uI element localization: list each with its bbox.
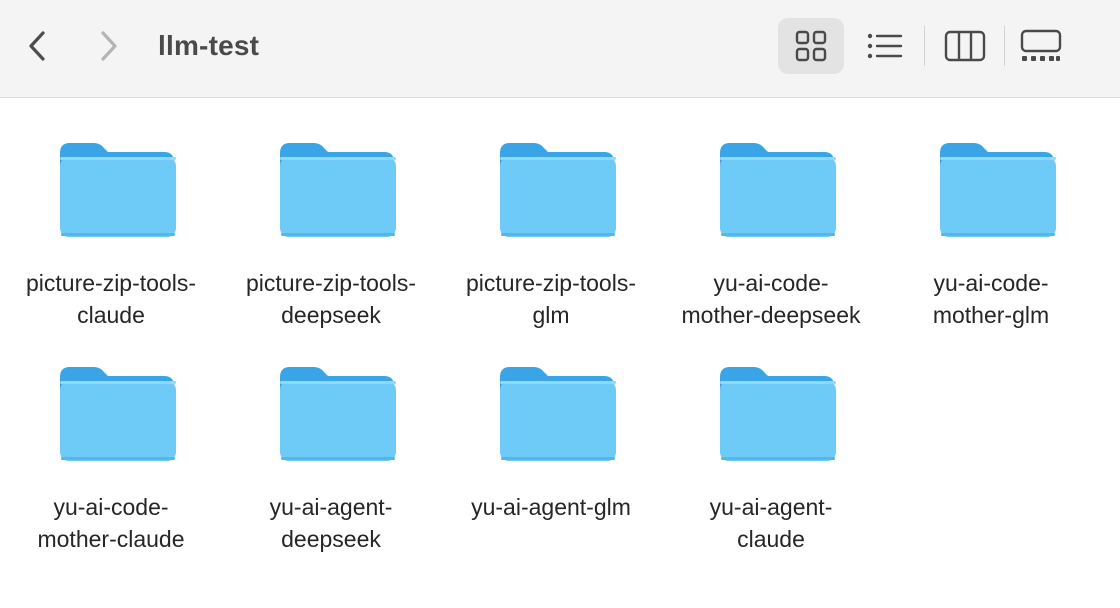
list-view-button[interactable] (852, 18, 918, 74)
folder-name: yu-ai-code-mother-deepseek (681, 270, 861, 328)
folder-item[interactable]: picture-zip-tools-deepseek (226, 99, 436, 328)
finder-window: llm-test picture-zip-tools- claude pictu… (0, 0, 1120, 608)
list-icon (867, 33, 903, 59)
folder-icon (60, 367, 176, 461)
folder-item[interactable]: picture-zip-tools-glm (446, 99, 656, 328)
folder-icon (280, 367, 396, 461)
folder-item[interactable]: yu-ai-code-mother-deepseek (666, 99, 876, 328)
folder-name: yu-ai-agent-glm (471, 494, 631, 520)
icon-view-button[interactable] (778, 18, 844, 74)
folder-icon (60, 143, 176, 237)
folder-item[interactable]: picture-zip-tools-claude (6, 99, 216, 328)
folder-name: picture-zip-tools-glm (466, 270, 636, 328)
folder-item[interactable]: yu-ai-agent-deepseek (226, 323, 436, 552)
folder-icon (940, 143, 1056, 237)
chevron-left-icon (29, 31, 45, 61)
folder-item[interactable]: yu-ai-agent-claude (666, 323, 876, 552)
folder-name: picture-zip-tools-claude (26, 270, 196, 328)
back-button[interactable] (17, 24, 57, 68)
folder-name: picture-zip-tools-deepseek (246, 270, 416, 328)
folder-icon (500, 143, 616, 237)
folder-name: yu-ai-agent-claude (709, 494, 833, 552)
columns-icon (944, 30, 986, 62)
forward-button[interactable] (89, 24, 129, 68)
folder-icon (720, 143, 836, 237)
column-view-button[interactable] (932, 18, 998, 74)
gallery-icon (1020, 29, 1062, 61)
chevron-right-icon (101, 31, 117, 61)
grid-icon (795, 30, 827, 62)
toolbar: llm-test (0, 0, 1120, 98)
folder-name: yu-ai-code-mother-glm (932, 270, 1050, 328)
folder-item[interactable]: yu-ai-agent-glm (446, 323, 656, 547)
folder-icon (280, 143, 396, 237)
toolbar-divider (924, 26, 925, 66)
folder-icon (720, 367, 836, 461)
file-grid: picture-zip-tools-claude picture-zip-too… (0, 99, 1120, 608)
gallery-view-button[interactable] (1008, 18, 1074, 74)
folder-name: yu-ai-code-mother-claude (37, 494, 185, 552)
folder-icon (500, 367, 616, 461)
window-title: llm-test (158, 30, 260, 61)
folder-name: yu-ai-agent-deepseek (269, 494, 393, 552)
folder-item[interactable]: yu-ai-code-mother-glm (886, 99, 1096, 328)
folder-item[interactable]: yu-ai-code-mother-claude (6, 323, 216, 552)
toolbar-divider (1004, 26, 1005, 66)
